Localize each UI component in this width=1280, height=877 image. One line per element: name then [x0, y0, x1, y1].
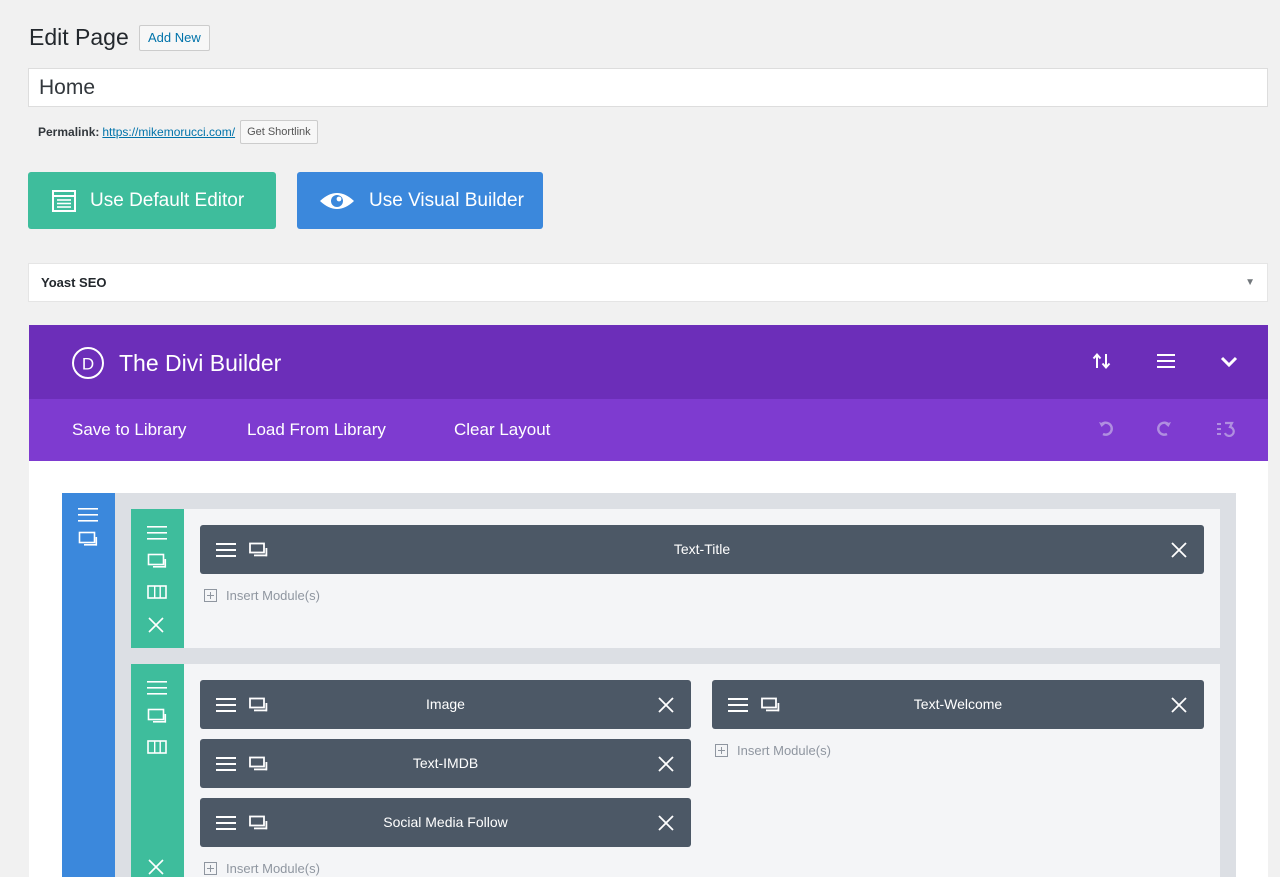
- module-text-title[interactable]: Text-Title: [200, 525, 1204, 574]
- module-text-imdb[interactable]: Text-IMDB: [200, 739, 691, 788]
- undo-icon[interactable]: [1098, 421, 1114, 437]
- section: Text-Title Insert Module(s) Image Text-I…: [62, 493, 1236, 877]
- load-from-library-button[interactable]: Load From Library: [247, 420, 386, 440]
- module-image[interactable]: Image: [200, 680, 691, 729]
- row: Text-Title Insert Module(s): [131, 509, 1220, 648]
- triangle-down-icon[interactable]: ▼: [1245, 277, 1255, 288]
- eye-icon: [319, 189, 355, 213]
- module-label: Text-Welcome: [913, 696, 1003, 712]
- drag-handle-icon[interactable]: [147, 525, 167, 541]
- insert-module-button[interactable]: Insert Module(s): [715, 743, 831, 758]
- plus-icon: [715, 744, 728, 757]
- columns-icon[interactable]: [147, 585, 167, 599]
- chevron-down-icon[interactable]: [1220, 356, 1238, 368]
- permalink-label: Permalink:: [38, 125, 100, 139]
- insert-module-button[interactable]: Insert Module(s): [204, 588, 320, 603]
- insert-module-button[interactable]: Insert Module(s): [204, 861, 320, 876]
- add-new-button[interactable]: Add New: [139, 25, 210, 51]
- divi-header: D The Divi Builder: [29, 325, 1268, 399]
- close-icon[interactable]: [1170, 696, 1188, 714]
- module-label: Text-Title: [673, 541, 731, 557]
- divi-logo-letter: D: [82, 355, 94, 374]
- drag-handle-icon[interactable]: [147, 680, 167, 696]
- drag-handle-icon[interactable]: [78, 507, 98, 523]
- settings-icon[interactable]: [78, 531, 98, 547]
- module-label: Text-IMDB: [412, 755, 479, 771]
- module-social-media-follow[interactable]: Social Media Follow: [200, 798, 691, 847]
- divi-builder: D The Divi Builder Save to Library Load …: [29, 325, 1268, 877]
- close-icon[interactable]: [147, 858, 165, 876]
- get-shortlink-button[interactable]: Get Shortlink: [240, 120, 318, 144]
- history-icon[interactable]: [1217, 421, 1235, 437]
- sort-arrows-icon[interactable]: [1092, 352, 1112, 370]
- module-text-welcome[interactable]: Text-Welcome: [712, 680, 1204, 729]
- section-handle[interactable]: [62, 493, 115, 877]
- page-title-input[interactable]: Home: [28, 68, 1268, 107]
- use-visual-builder-label: Use Visual Builder: [369, 189, 524, 211]
- close-icon[interactable]: [147, 616, 165, 634]
- page-title: Edit Page: [29, 24, 129, 50]
- row: Image Text-IMDB Social Media Follow Inse…: [131, 664, 1220, 877]
- divi-toolbar: Save to Library Load From Library Clear …: [29, 399, 1268, 461]
- yoast-seo-panel[interactable]: Yoast SEO ▼: [28, 263, 1268, 302]
- use-default-editor-button[interactable]: Use Default Editor: [28, 172, 276, 229]
- menu-icon[interactable]: [1157, 354, 1175, 368]
- permalink: Permalink: https://mikemorucci.com/ Get …: [38, 120, 318, 144]
- close-icon[interactable]: [657, 755, 675, 773]
- plus-icon: [204, 589, 217, 602]
- document-icon: [52, 189, 76, 212]
- use-visual-builder-button[interactable]: Use Visual Builder: [297, 172, 543, 229]
- plus-icon: [204, 862, 217, 875]
- permalink-link[interactable]: https://mikemorucci.com/: [102, 125, 235, 139]
- close-icon[interactable]: [657, 814, 675, 832]
- row-handle[interactable]: [131, 664, 184, 877]
- divi-builder-title: The Divi Builder: [119, 350, 282, 376]
- module-label: Image: [426, 696, 465, 712]
- yoast-seo-title: Yoast SEO: [41, 275, 107, 290]
- module-label: Social Media Follow: [383, 814, 508, 830]
- settings-icon[interactable]: [147, 553, 167, 569]
- redo-icon[interactable]: [1156, 421, 1172, 437]
- row-handle[interactable]: [131, 509, 184, 648]
- use-default-editor-label: Use Default Editor: [90, 189, 245, 211]
- divi-logo-icon: D: [71, 346, 105, 380]
- close-icon[interactable]: [1170, 541, 1188, 559]
- columns-icon[interactable]: [147, 740, 167, 754]
- save-to-library-button[interactable]: Save to Library: [72, 420, 186, 440]
- close-icon[interactable]: [657, 696, 675, 714]
- clear-layout-button[interactable]: Clear Layout: [454, 420, 550, 440]
- settings-icon[interactable]: [147, 708, 167, 724]
